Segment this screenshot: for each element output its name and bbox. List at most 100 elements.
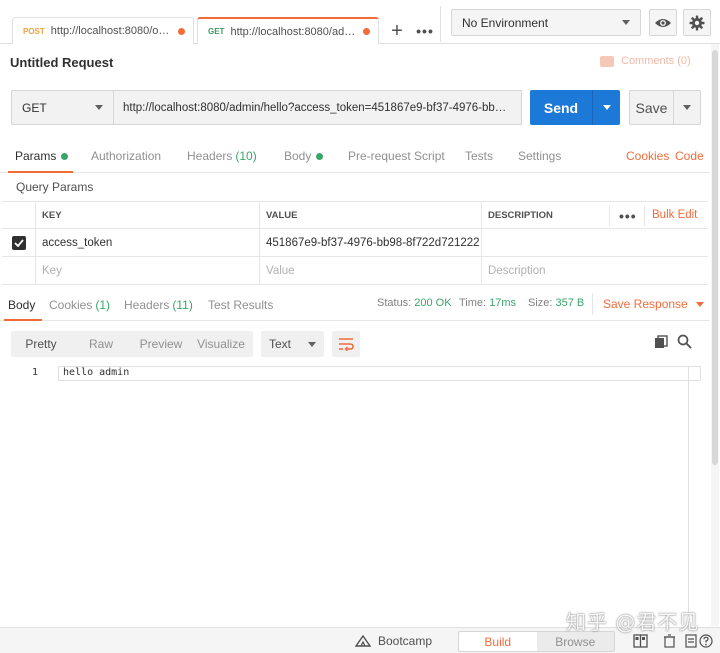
response-body-text[interactable]: hello admin <box>63 367 129 378</box>
tab-url: http://localhost:8080/oaut... <box>50 25 174 37</box>
tab-headers[interactable]: Headers (10) <box>187 149 257 163</box>
active-dot-icon <box>316 152 324 160</box>
divider <box>592 293 593 315</box>
tab-prerequest-script[interactable]: Pre-request Script <box>348 149 445 163</box>
chevron-down-icon <box>95 105 103 110</box>
http-method-select[interactable]: GET <box>11 90 114 125</box>
wrap-lines-button[interactable] <box>332 331 360 357</box>
save-button[interactable]: Save <box>629 90 674 125</box>
new-param-key-input[interactable]: Key <box>36 257 260 284</box>
format-pretty[interactable]: Pretty <box>11 337 71 351</box>
status-label: Status: <box>377 297 412 309</box>
tab-tests-label: Tests <box>465 149 494 163</box>
table-header-row: KEY VALUE DESCRIPTION ••• Bulk Edit <box>2 201 708 229</box>
response-time: Time: 17ms <box>459 297 516 309</box>
cookies-link[interactable]: Cookies <box>626 149 669 163</box>
row-checkbox-cell <box>2 229 36 256</box>
response-tab-test-results[interactable]: Test Results <box>208 298 273 312</box>
param-description-input[interactable] <box>482 229 708 256</box>
help-icon[interactable] <box>699 634 713 648</box>
wrap-lines-icon <box>339 338 354 351</box>
search-icon[interactable] <box>677 334 692 349</box>
format-preview[interactable]: Preview <box>131 337 191 351</box>
comment-icon <box>600 55 614 67</box>
environment-quick-look-button[interactable] <box>649 9 677 36</box>
http-method-value: GET <box>22 100 47 115</box>
tab-body[interactable]: Body <box>284 149 324 163</box>
tab-authorization[interactable]: Authorization <box>91 149 161 163</box>
keyboard-shortcuts-icon[interactable] <box>685 634 697 648</box>
response-tab-headers[interactable]: Headers (11) <box>124 298 193 312</box>
request-tab-get[interactable]: GET http://localhost:8080/admin... <box>197 17 379 44</box>
column-header-value: VALUE <box>260 202 482 228</box>
tab-tests[interactable]: Tests <box>465 149 493 163</box>
param-value-input[interactable]: 451867e9-bf37-4976-bb98-8f722d721222 <box>260 229 482 256</box>
scrollbar-thumb[interactable] <box>712 50 718 465</box>
new-param-value-input[interactable]: Value <box>260 257 482 284</box>
unsaved-dot-icon <box>178 27 185 35</box>
code-line: 1 hello admin <box>0 366 701 381</box>
response-format-group: Pretty Raw Preview Visualize <box>11 331 253 357</box>
table-header-cell <box>2 202 36 228</box>
tab-params-label: Params <box>15 149 57 163</box>
save-options-button[interactable] <box>674 90 701 125</box>
tab-settings[interactable]: Settings <box>518 149 561 163</box>
request-title[interactable]: Untitled Request <box>10 55 113 70</box>
chevron-down-icon <box>683 105 691 110</box>
response-language-value: Text <box>269 337 292 351</box>
code-link[interactable]: Code <box>675 149 704 163</box>
request-tab-post[interactable]: POST http://localhost:8080/oaut... <box>12 17 194 44</box>
tab-more-button[interactable]: ••• <box>412 18 438 44</box>
gear-icon <box>689 15 705 30</box>
save-response-label: Save Response <box>603 297 688 311</box>
request-tab-bar: POST http://localhost:8080/oaut... GET h… <box>0 0 720 44</box>
tab-authorization-label: Authorization <box>91 149 162 163</box>
tab-prerequest-label: Pre-request Script <box>348 149 445 163</box>
copy-icon[interactable] <box>654 335 668 349</box>
column-header-description-label: DESCRIPTION <box>488 209 553 221</box>
response-tab-test-results-label: Test Results <box>208 298 274 312</box>
column-header-key: KEY <box>36 202 260 228</box>
response-tab-cookies-label: Cookies <box>49 298 93 312</box>
divider <box>609 206 610 226</box>
settings-button[interactable] <box>683 9 711 36</box>
table-more-button[interactable]: ••• <box>619 208 637 224</box>
environment-select[interactable]: No Environment <box>451 9 641 36</box>
tab-body-label: Body <box>284 149 312 163</box>
query-params-title: Query Params <box>16 180 94 194</box>
response-tab-cookies[interactable]: Cookies (1) <box>49 298 110 312</box>
format-visualize[interactable]: Visualize <box>191 337 251 351</box>
status-value: 200 OK <box>414 297 452 309</box>
request-url-input[interactable]: http://localhost:8080/admin/hello?access… <box>114 90 522 125</box>
response-tab-headers-label: Headers <box>124 298 170 312</box>
save-response-button[interactable]: Save Response <box>603 297 704 311</box>
response-tab-body-label: Body <box>8 298 36 312</box>
response-tabs: Body Cookies (1) Headers (11) Test Resul… <box>0 288 710 321</box>
bootcamp-button[interactable]: Bootcamp <box>355 634 432 648</box>
new-param-description-input[interactable]: Description <box>482 257 708 284</box>
send-options-button[interactable] <box>592 90 620 125</box>
active-tab-indicator <box>4 319 42 321</box>
build-mode-button[interactable]: Build <box>459 632 537 651</box>
divider <box>440 6 441 42</box>
tab-method-get: GET <box>208 27 225 36</box>
add-tab-button[interactable]: + <box>384 18 410 44</box>
time-label: Time: <box>459 297 487 309</box>
bulk-edit-link[interactable]: Bulk Edit <box>652 209 697 221</box>
chevron-down-icon <box>622 20 630 25</box>
response-tab-body[interactable]: Body <box>8 298 35 312</box>
two-pane-view-icon[interactable] <box>633 634 648 648</box>
trash-icon[interactable] <box>663 634 676 648</box>
row-checkbox-cell <box>2 257 36 284</box>
param-key-input[interactable]: access_token <box>36 229 260 256</box>
tab-params[interactable]: Params <box>15 149 69 163</box>
eye-icon <box>655 18 671 27</box>
chevron-down-icon <box>695 301 704 307</box>
send-button[interactable]: Send <box>530 90 592 125</box>
watermark: 知乎 @君不见 <box>566 610 700 634</box>
format-raw[interactable]: Raw <box>71 337 131 351</box>
row-enabled-checkbox[interactable] <box>11 235 26 250</box>
chevron-down-icon <box>602 105 611 110</box>
response-language-select[interactable]: Text <box>261 331 324 357</box>
comments-button[interactable]: Comments (0) <box>600 55 691 67</box>
